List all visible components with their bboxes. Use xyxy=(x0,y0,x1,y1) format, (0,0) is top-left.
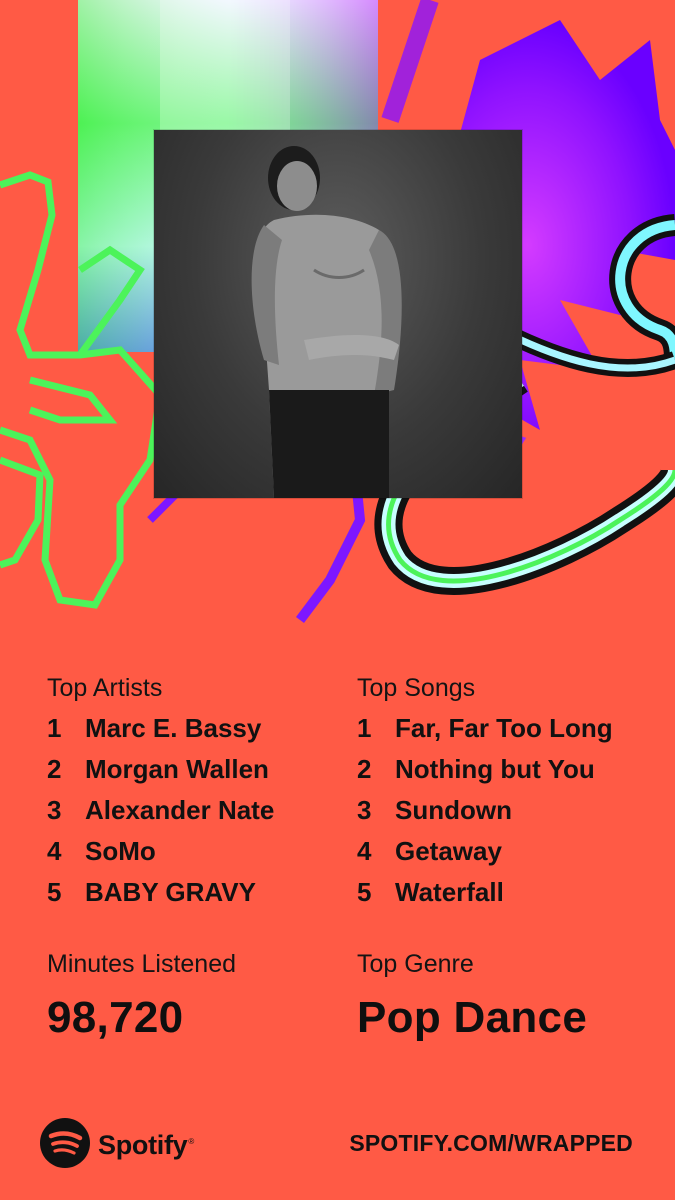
song-rank: 1 xyxy=(357,712,372,743)
spotify-wordmark: Spotify® xyxy=(98,1130,195,1160)
song-name: Waterfall xyxy=(395,876,504,907)
artist-row: 4 SoMo xyxy=(47,833,156,869)
song-rank: 5 xyxy=(357,876,372,907)
genre-label: Top Genre xyxy=(357,950,474,978)
artist-name: BABY GRAVY xyxy=(85,876,256,907)
spotify-logo[interactable]: Spotify® xyxy=(40,1118,194,1173)
song-row: 5 Waterfall xyxy=(357,874,504,910)
song-name: Getaway xyxy=(395,835,502,866)
song-name: Nothing but You xyxy=(395,753,595,784)
artist-rank: 5 xyxy=(47,876,62,907)
minutes-label: Minutes Listened xyxy=(47,950,237,978)
song-name: Sundown xyxy=(395,794,512,825)
artist-name: Alexander Nate xyxy=(85,794,275,825)
artist-name: Marc E. Bassy xyxy=(85,712,262,743)
song-row: 1 Far, Far Too Long xyxy=(357,710,613,746)
artist-rank: 2 xyxy=(47,753,62,784)
artist-row: 2 Morgan Wallen xyxy=(47,751,269,787)
top-artists-label: Top Artists xyxy=(47,674,163,702)
song-row: 3 Sundown xyxy=(357,792,512,828)
artist-rank: 1 xyxy=(47,712,62,743)
song-row: 4 Getaway xyxy=(357,833,502,869)
artist-row: 3 Alexander Nate xyxy=(47,792,274,828)
artist-rank: 3 xyxy=(47,794,62,825)
wrapped-url-link[interactable]: SPOTIFY.COM/WRAPPED xyxy=(349,1130,633,1157)
artist-rank: 4 xyxy=(47,835,62,866)
artist-row: 5 BABY GRAVY xyxy=(47,874,256,910)
artist-name: Morgan Wallen xyxy=(85,753,269,784)
minutes-value: 98,720 xyxy=(47,993,184,1042)
song-row: 2 Nothing but You xyxy=(357,751,595,787)
top-songs-label: Top Songs xyxy=(357,674,476,702)
song-name: Far, Far Too Long xyxy=(395,712,613,743)
spotify-logo-icon xyxy=(40,1118,90,1173)
footer: Spotify® SPOTIFY.COM/WRAPPED xyxy=(0,1110,675,1180)
song-rank: 2 xyxy=(357,753,372,784)
artist-name: SoMo xyxy=(85,835,156,866)
artist-photo-illustration xyxy=(251,146,402,498)
album-photo xyxy=(154,130,522,498)
genre-value: Pop Dance xyxy=(357,993,588,1042)
song-rank: 4 xyxy=(357,835,372,866)
artist-row: 1 Marc E. Bassy xyxy=(47,710,261,746)
song-rank: 3 xyxy=(357,794,372,825)
background-artwork xyxy=(0,0,675,660)
